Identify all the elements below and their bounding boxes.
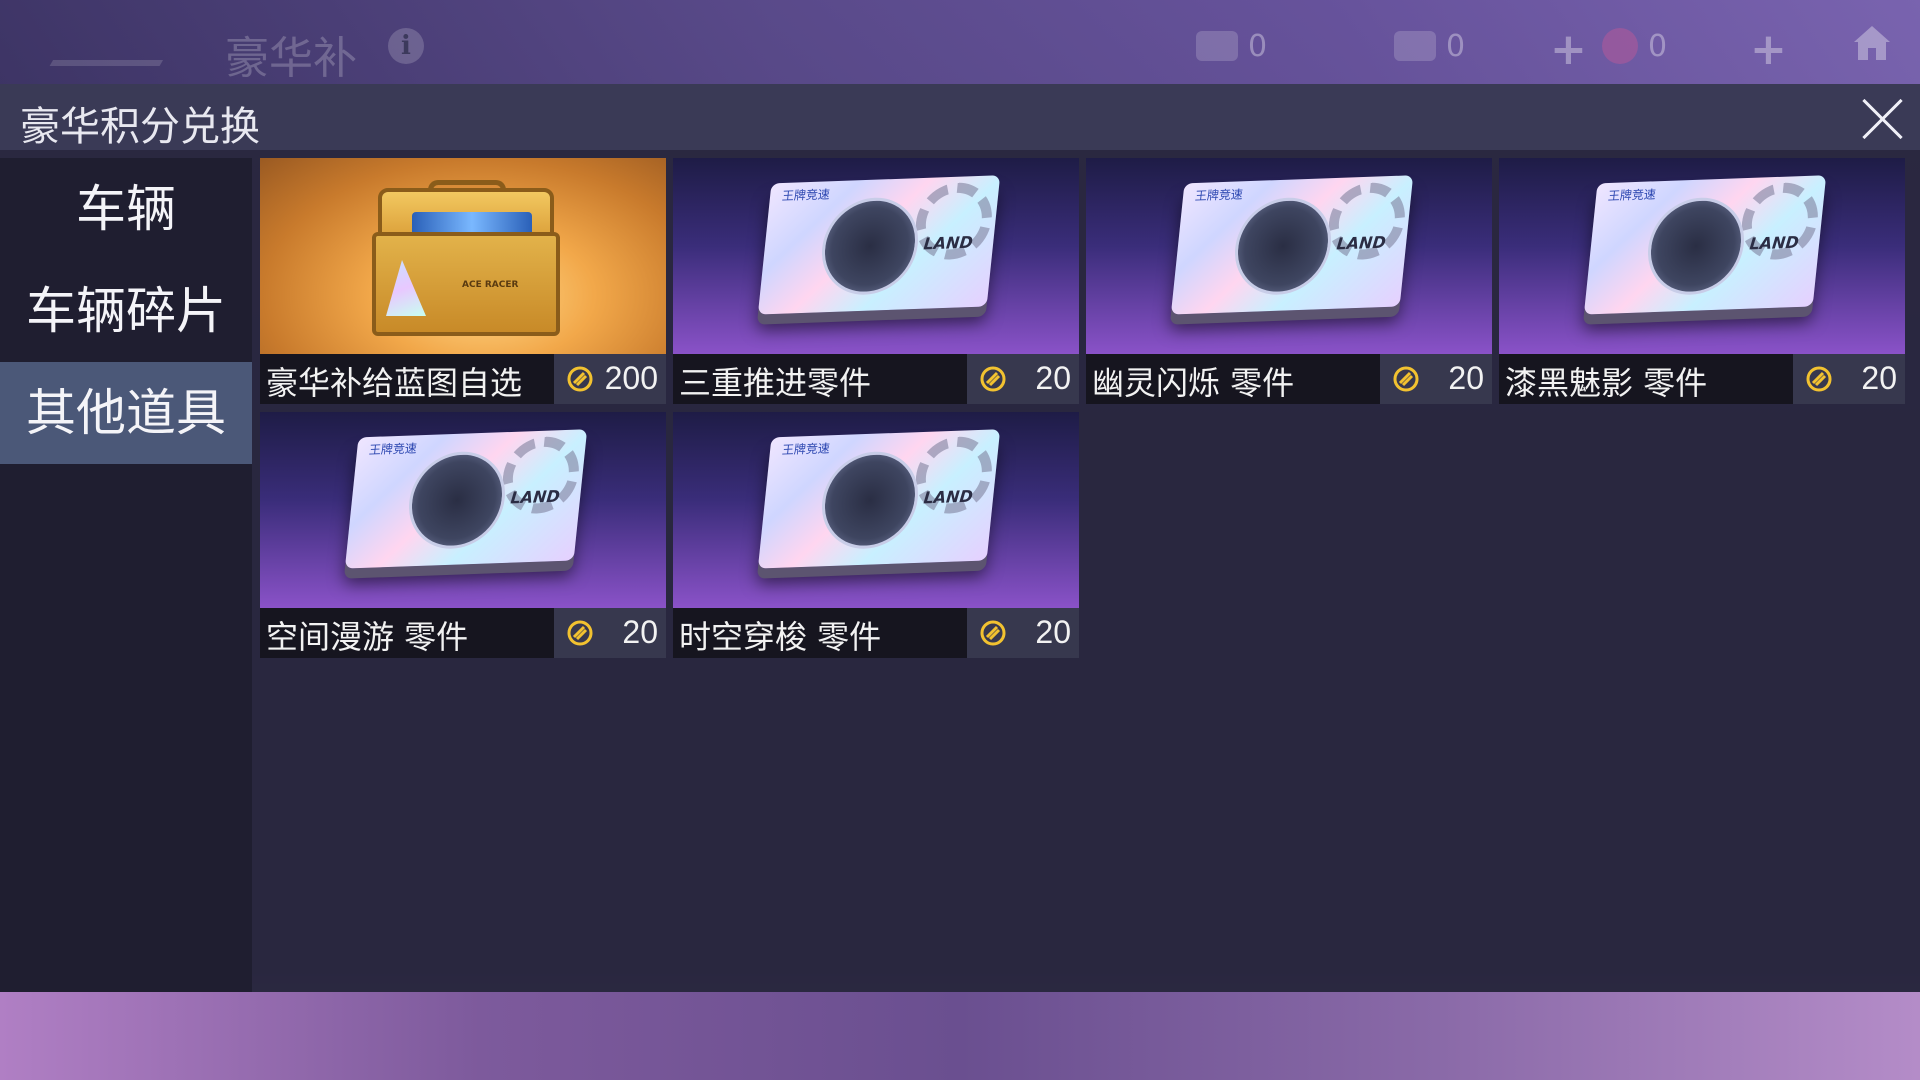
points-coin-icon (567, 366, 593, 392)
item-name: 豪华补给蓝图自选 (266, 364, 523, 402)
resource-coupon: 0 (1394, 26, 1465, 66)
item-info-bar: 空间漫游 零件 20 (260, 608, 666, 658)
item-price: 200 (604, 360, 658, 396)
item-price: 20 (1861, 360, 1897, 396)
resource-count: 0 (1248, 28, 1268, 64)
plus-icon: + (1550, 24, 1587, 75)
plus-icon: + (1750, 24, 1787, 75)
item-card[interactable]: ACE RACER 豪华补给蓝图自选 200 (260, 158, 666, 404)
points-coin-icon (1393, 366, 1419, 392)
ticket-icon (1196, 31, 1238, 61)
price-tag: 20 (1793, 354, 1905, 404)
parts-box-icon: 王牌竞速 LAND (756, 429, 1001, 588)
back-arrow-icon (49, 30, 181, 66)
item-card[interactable]: 王牌竞速 LAND 三重推进零件 20 (673, 158, 1079, 404)
points-coin-icon (1806, 366, 1832, 392)
parts-box-icon: 王牌竞速 LAND (1582, 175, 1827, 334)
home-icon (1854, 26, 1890, 60)
item-image: 王牌竞速 LAND (1086, 158, 1492, 354)
price-tag: 200 (554, 354, 666, 404)
item-name: 三重推进零件 (679, 364, 872, 402)
item-name: 幽灵闪烁 零件 (1092, 364, 1295, 402)
game-screen: 豪华补 i 0 0 + 0 + 豪华积分兑换 车辆 车辆碎片 其他道具 ACE … (0, 0, 1920, 1080)
price-tag: 20 (967, 354, 1079, 404)
category-sidebar: 车辆 车辆碎片 其他道具 (0, 158, 252, 992)
item-info-bar: 漆黑魅影 零件 20 (1499, 354, 1905, 404)
resource-count: 0 (1446, 28, 1466, 64)
exchange-dialog: 豪华积分兑换 车辆 车辆碎片 其他道具 ACE RACER 豪华补给蓝图自选 2… (0, 84, 1920, 992)
points-coin-icon (980, 620, 1006, 646)
tab-other-items[interactable]: 其他道具 (0, 362, 252, 464)
points-coin-icon (567, 620, 593, 646)
item-card[interactable]: 王牌竞速 LAND 时空穿梭 零件 20 (673, 412, 1079, 658)
item-name: 时空穿梭 零件 (679, 618, 882, 656)
item-info-bar: 时空穿梭 零件 20 (673, 608, 1079, 658)
price-tag: 20 (554, 608, 666, 658)
price-tag: 20 (1380, 354, 1492, 404)
resource-ticket: 0 (1196, 26, 1267, 66)
tab-vehicle-fragments[interactable]: 车辆碎片 (0, 260, 252, 362)
item-card[interactable]: 王牌竞速 LAND 漆黑魅影 零件 20 (1499, 158, 1905, 404)
item-info-bar: 豪华补给蓝图自选 200 (260, 354, 666, 404)
resource-count: 0 (1648, 28, 1668, 64)
price-tag: 20 (967, 608, 1079, 658)
item-info-bar: 三重推进零件 20 (673, 354, 1079, 404)
dialog-header: 豪华积分兑换 (0, 84, 1920, 150)
coupon-icon (1394, 31, 1436, 61)
dialog-title: 豪华积分兑换 (20, 104, 260, 150)
background-footer (0, 992, 1920, 1080)
tab-vehicles[interactable]: 车辆 (0, 158, 252, 260)
item-image: 王牌竞速 LAND (673, 158, 1079, 354)
treasure-chest-icon: ACE RACER (372, 180, 560, 336)
item-price: 20 (1035, 360, 1071, 396)
parts-box-icon: 王牌竞速 LAND (343, 429, 588, 588)
item-image: 王牌竞速 LAND (673, 412, 1079, 608)
info-icon: i (388, 28, 424, 64)
parts-box-icon: 王牌竞速 LAND (756, 175, 1001, 334)
item-card[interactable]: 王牌竞速 LAND 空间漫游 零件 20 (260, 412, 666, 658)
star-medal-icon (1602, 28, 1638, 64)
item-price: 20 (1448, 360, 1484, 396)
item-price: 20 (622, 614, 658, 650)
item-name: 漆黑魅影 零件 (1505, 364, 1708, 402)
resource-star-medal: 0 (1602, 26, 1667, 66)
item-info-bar: 幽灵闪烁 零件 20 (1086, 354, 1492, 404)
item-image: 王牌竞速 LAND (260, 412, 666, 608)
item-image: ACE RACER (260, 158, 666, 354)
item-card[interactable]: 王牌竞速 LAND 幽灵闪烁 零件 20 (1086, 158, 1492, 404)
parts-box-icon: 王牌竞速 LAND (1169, 175, 1414, 334)
background-page-title: 豪华补 (225, 33, 357, 84)
points-coin-icon (980, 366, 1006, 392)
item-name: 空间漫游 零件 (266, 618, 469, 656)
item-image: 王牌竞速 LAND (1499, 158, 1905, 354)
close-button[interactable] (1860, 96, 1904, 140)
item-price: 20 (1035, 614, 1071, 650)
